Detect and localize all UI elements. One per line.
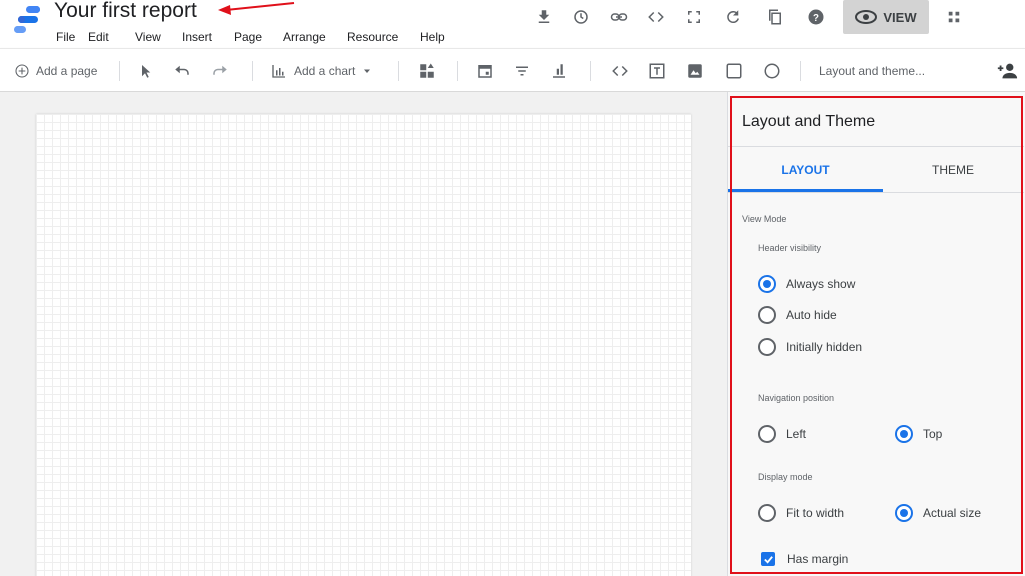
display-mode-label: Display mode [758, 472, 813, 482]
circle-icon[interactable] [763, 49, 781, 93]
apps-grid-icon[interactable] [943, 6, 965, 28]
radio-selected-icon [895, 504, 913, 522]
text-icon[interactable] [648, 49, 666, 93]
radio-label: Left [786, 427, 807, 441]
tab-layout[interactable]: LAYOUT [728, 147, 883, 192]
layout-and-theme-label: Layout and theme... [819, 64, 926, 78]
data-control-icon[interactable] [550, 49, 568, 93]
view-button-label: VIEW [883, 9, 917, 25]
view-mode-label: View Mode [742, 214, 787, 224]
menu-insert[interactable]: Insert [182, 29, 212, 45]
header-visibility-label: Header visibility [758, 243, 822, 253]
report-page-canvas[interactable] [36, 114, 691, 576]
menu-edit[interactable]: Edit [88, 29, 109, 45]
toolbar-divider [119, 61, 120, 81]
radio-initially-hidden[interactable]: Initially hidden [758, 338, 862, 356]
community-viz-icon[interactable] [418, 49, 436, 93]
help-icon[interactable]: ? [805, 6, 827, 28]
menu-view[interactable]: View [135, 29, 161, 45]
navigation-position-label: Navigation position [758, 393, 835, 403]
toolbar-divider [252, 61, 253, 81]
rectangle-icon[interactable] [725, 49, 743, 93]
panel-divider [728, 192, 1024, 193]
add-page-label: Add a page [36, 64, 98, 78]
radio-label: Initially hidden [786, 340, 863, 354]
radio-selected-icon [758, 275, 776, 293]
svg-text:?: ? [813, 13, 819, 24]
bar-chart-icon [272, 65, 285, 78]
radio-actual-size[interactable]: Actual size [895, 504, 981, 522]
radio-label: Actual size [923, 506, 982, 520]
radio-unselected-icon [758, 504, 776, 522]
refresh-icon[interactable] [722, 6, 744, 28]
panel-title: Layout and Theme [742, 113, 876, 130]
add-page-button[interactable]: Add a page [14, 49, 97, 93]
has-margin-checkbox[interactable]: Has margin [761, 552, 848, 566]
radio-unselected-icon [758, 425, 776, 443]
pointer-icon[interactable] [136, 49, 154, 93]
chevron-down-icon [364, 69, 371, 73]
duplicate-icon[interactable] [764, 6, 786, 28]
radio-always-show[interactable]: Always show [758, 275, 855, 293]
history-icon[interactable] [570, 6, 592, 28]
image-icon[interactable] [686, 49, 704, 93]
menu-help[interactable]: Help [420, 29, 445, 45]
eye-icon [855, 10, 878, 24]
radio-nav-top[interactable]: Top [895, 425, 942, 443]
add-chart-button[interactable]: Add a chart [270, 49, 373, 93]
toolbar: Add a page Add a chart Layout and theme.… [0, 48, 1025, 92]
radio-label: Always show [786, 277, 856, 291]
toolbar-divider [800, 61, 801, 81]
report-title[interactable]: Your first report [54, 0, 197, 24]
menu-file[interactable]: File [56, 29, 75, 45]
add-chart-label: Add a chart [294, 64, 356, 78]
link-icon[interactable] [608, 6, 630, 28]
radio-label: Auto hide [786, 308, 837, 322]
annotation-arrow [218, 2, 295, 15]
view-button[interactable]: VIEW [843, 0, 929, 34]
radio-label: Top [923, 427, 943, 441]
radio-nav-left[interactable]: Left [758, 425, 806, 443]
redo-icon[interactable] [211, 49, 229, 93]
toolbar-divider [398, 61, 399, 81]
radio-fit-to-width[interactable]: Fit to width [758, 504, 844, 522]
data-studio-logo[interactable] [14, 4, 42, 34]
checkbox-checked-icon [761, 552, 775, 566]
date-range-icon[interactable] [476, 49, 494, 93]
fullscreen-icon[interactable] [683, 6, 705, 28]
filter-control-icon[interactable] [513, 49, 531, 93]
toolbar-divider [457, 61, 458, 81]
report-canvas-area [0, 92, 727, 576]
url-embed-icon[interactable] [611, 49, 629, 93]
menu-arrange[interactable]: Arrange [283, 29, 326, 45]
radio-auto-hide[interactable]: Auto hide [758, 306, 837, 324]
tab-theme[interactable]: THEME [883, 147, 1023, 192]
download-icon[interactable] [533, 6, 555, 28]
embed-code-icon[interactable] [645, 6, 667, 28]
undo-icon[interactable] [173, 49, 191, 93]
menu-resource[interactable]: Resource [347, 29, 398, 45]
radio-unselected-icon [758, 306, 776, 324]
layout-and-theme-button[interactable]: Layout and theme... [819, 49, 925, 93]
radio-unselected-icon [758, 338, 776, 356]
app-header: Your first report File Edit View Insert … [0, 0, 1025, 48]
add-circle-icon [15, 64, 29, 78]
radio-selected-icon [895, 425, 913, 443]
menu-page[interactable]: Page [234, 29, 262, 45]
toolbar-divider [590, 61, 591, 81]
add-person-icon[interactable] [996, 49, 1018, 93]
checkbox-label: Has margin [787, 552, 849, 566]
radio-label: Fit to width [786, 506, 845, 520]
